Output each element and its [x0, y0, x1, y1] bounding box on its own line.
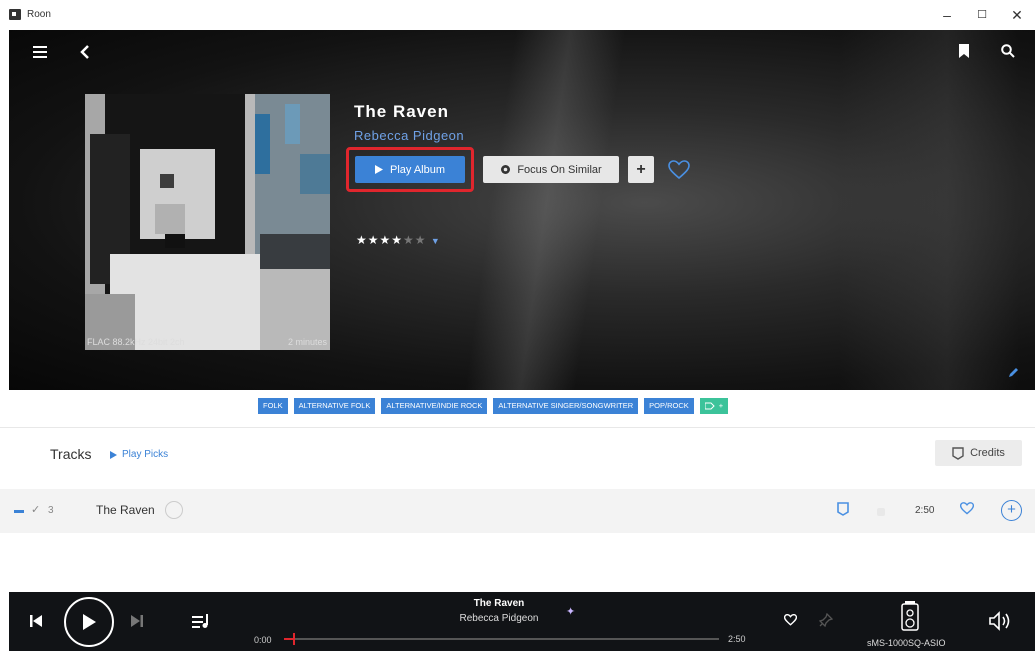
speaker-zone-icon[interactable] [899, 598, 921, 634]
play-picks-link[interactable]: Play Picks [110, 449, 168, 460]
cover-panel [255, 114, 270, 174]
background-art [456, 30, 632, 390]
now-playing-title[interactable]: The Raven [439, 598, 559, 609]
seek-bar-fill [284, 638, 293, 640]
focus-on-similar-button[interactable]: Focus On Similar [483, 156, 619, 183]
previous-track-icon[interactable] [27, 612, 45, 630]
total-time: 2:50 [728, 634, 746, 644]
cover-face-detail [160, 174, 174, 188]
edit-pencil-icon[interactable] [1005, 364, 1021, 380]
album-hero: FLAC 88.2kHz 24bit 2ch 2 minutes The Rav… [9, 30, 1035, 390]
add-tag-button[interactable]: + [699, 398, 729, 414]
cover-panel [300, 154, 330, 194]
roon-app-icon [9, 9, 21, 20]
focus-on-similar-label: Focus On Similar [517, 163, 602, 176]
zone-name[interactable]: sMS-1000SQ-ASIO [867, 638, 946, 648]
now-playing-artist[interactable]: Rebecca Pidgeon [439, 613, 559, 624]
credits-button[interactable]: Credits [935, 440, 1022, 466]
play-picks-label: Play Picks [122, 449, 169, 460]
genre-tag[interactable]: POP/ROCK [644, 398, 694, 414]
add-to-library-button[interactable]: + [628, 156, 654, 183]
back-arrow-icon[interactable] [75, 42, 95, 62]
favorite-heart-icon[interactable] [665, 156, 693, 183]
queue-icon[interactable] [190, 611, 212, 631]
album-cover[interactable] [85, 94, 330, 350]
hamburger-menu-icon[interactable] [29, 42, 51, 62]
tag-icon [704, 402, 715, 410]
player-bar: The Raven Rebecca Pidgeon ✦ 0:00 2:50 sM… [9, 592, 1035, 651]
seek-bar-handle[interactable] [292, 633, 295, 645]
selection-indicator [14, 510, 24, 513]
genre-tag[interactable]: ALTERNATIVE/INDIE ROCK [381, 398, 488, 414]
track-status-icon [877, 508, 885, 516]
audio-format: FLAC 88.2kHz 24bit 2ch [87, 337, 185, 347]
search-icon[interactable] [997, 40, 1019, 62]
window-title: Roon [27, 9, 51, 20]
checkmark-icon[interactable]: ✓ [31, 503, 40, 516]
rating-filled-stars: ★★★★ [356, 233, 404, 247]
genre-tag[interactable]: FOLK [258, 398, 288, 414]
bookmark-icon[interactable] [954, 40, 974, 62]
add-tag-plus: + [718, 401, 724, 410]
album-artist-link[interactable]: Rebecca Pidgeon [354, 128, 464, 143]
cover-meta: FLAC 88.2kHz 24bit 2ch 2 minutes [85, 335, 330, 351]
close-button[interactable]: ✕ [1003, 4, 1031, 26]
player-favorite-heart-icon[interactable] [782, 612, 798, 628]
play-pause-button[interactable] [64, 597, 114, 647]
window-titlebar: Roon – ☐ ✕ [0, 0, 1035, 30]
seek-bar[interactable] [284, 633, 719, 645]
focus-icon [501, 165, 511, 174]
rating-empty-stars: ★★ [403, 233, 427, 247]
minimize-button[interactable]: – [933, 4, 961, 26]
track-row[interactable]: ✓ 3 The Raven 2:50 + [0, 489, 1035, 533]
volume-icon[interactable] [987, 610, 1013, 632]
section-divider [0, 427, 1035, 428]
cover-panel [260, 234, 330, 269]
credits-icon [952, 446, 964, 460]
background-art-shade [839, 30, 1019, 390]
track-number: 3 [48, 505, 54, 516]
track-favorite-heart-icon[interactable] [959, 502, 975, 520]
track-add-plus-icon[interactable]: + [1001, 500, 1022, 521]
pin-icon[interactable] [817, 611, 835, 629]
genre-tags: FOLK ALTERNATIVE FOLK ALTERNATIVE/INDIE … [258, 398, 729, 414]
credits-label: Credits [970, 447, 1005, 459]
next-track-icon[interactable] [128, 612, 146, 630]
play-icon [83, 614, 96, 630]
radio-icon[interactable] [165, 501, 183, 519]
radio-star-icon[interactable]: ✦ [566, 605, 575, 618]
star-rating[interactable]: ★★★★★★ ▼ [356, 233, 441, 247]
elapsed-time: 0:00 [254, 635, 272, 645]
album-title: The Raven [354, 102, 449, 121]
cover-panel [285, 104, 300, 144]
genre-tag[interactable]: ALTERNATIVE FOLK [293, 398, 376, 414]
track-title[interactable]: The Raven [96, 503, 155, 517]
album-duration: 2 minutes [287, 337, 327, 347]
maximize-button[interactable]: ☐ [968, 4, 996, 26]
play-album-highlight [346, 147, 474, 192]
cover-neck [165, 234, 185, 248]
play-icon [110, 450, 117, 459]
genre-tag[interactable]: ALTERNATIVE SINGER/SONGWRITER [493, 398, 639, 414]
track-length: 2:50 [915, 505, 935, 516]
tracks-heading: Tracks [50, 446, 92, 462]
track-credits-icon[interactable] [837, 502, 849, 521]
rating-dropdown-icon[interactable]: ▼ [431, 236, 441, 246]
cover-face-detail [155, 204, 185, 234]
